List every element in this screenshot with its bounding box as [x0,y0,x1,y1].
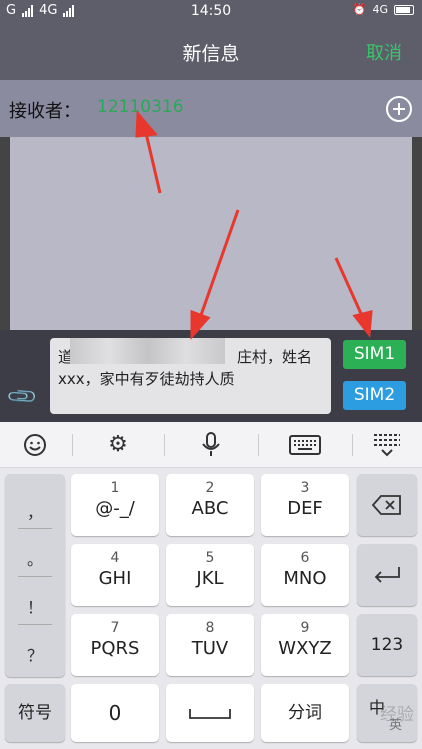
send-sim2-button[interactable]: SIM2 [343,381,406,410]
divider [352,434,353,456]
recipient-row[interactable]: 接收者： 12110316 [0,80,422,137]
keyboard-toolbar: ⚙ [0,422,422,468]
backspace-key[interactable] [357,474,417,536]
attachment-icon[interactable]: 📎 [5,379,42,416]
key-5[interactable]: 5 JKL [166,544,254,606]
punct-question-key[interactable]: ？ [5,642,65,666]
settings-gear-icon[interactable]: ⚙ [98,428,138,462]
add-contact-icon[interactable] [386,96,412,122]
key-4[interactable]: 4 GHI [71,544,159,606]
emoji-icon[interactable] [15,428,55,462]
message-text-tail: 庄村，姓名 [237,348,313,366]
microphone-icon[interactable] [191,428,231,462]
left-edge [0,137,10,330]
enter-icon [374,567,400,583]
punct-period-key[interactable]: 。 [5,546,65,570]
key-7[interactable]: 7 PQRS [71,614,159,676]
segment-key[interactable]: 分词 [261,684,349,742]
divider [18,576,52,577]
key-0[interactable]: 0 [71,684,159,742]
message-text-line2: xxx，家中有歹徒劫持人质 [58,370,235,388]
enter-key[interactable] [357,544,417,606]
key-1[interactable]: 1 @-_/ [71,474,159,536]
number-mode-key[interactable]: 123 [357,614,417,676]
alarm-icon: ⏰ [352,3,367,16]
key-3[interactable]: 3 DEF [261,474,349,536]
divider [164,434,165,456]
divider [18,624,52,625]
punctuation-column[interactable]: ， 。 ！ ？ [5,474,65,677]
network-label: 4G [372,3,388,16]
divider [72,434,73,456]
watermark: 经验 [380,705,414,725]
title-bar: 新信息 取消 [0,22,422,80]
right-edge [412,137,422,330]
status-right: ⏰ 4G [353,3,414,16]
compose-bar: 📎 道庄村，姓名 xxx，家中有歹徒劫持人质 SIM1 SIM2 [0,330,422,422]
status-bar: G 4G 14:50 ⏰ 4G [0,0,422,22]
key-6[interactable]: 6 MNO [261,544,349,606]
symbols-key[interactable]: 符号 [5,684,65,742]
message-list [0,137,422,330]
key-8[interactable]: 8 TUV [166,614,254,676]
divider [18,528,52,529]
space-icon [189,709,231,719]
space-key[interactable] [166,684,254,742]
key-9[interactable]: 9 WXYZ [261,614,349,676]
keyboard-hide-icon[interactable] [367,428,407,462]
punct-exclaim-key[interactable]: ！ [5,594,65,618]
page-title: 新信息 [182,43,240,65]
keyboard: ， 。 ！ ？ 1 @-_/ 2 ABC 3 DEF 4 GHI 5 JKL 6 MNO 7… [0,468,422,749]
send-sim1-button[interactable]: SIM1 [343,340,406,369]
punct-comma-key[interactable]: ， [5,499,65,523]
divider [258,434,259,456]
backspace-icon [371,495,401,515]
cancel-button[interactable]: 取消 [366,39,402,65]
recipient-label: 接收者： [9,101,81,122]
keyboard-icon[interactable] [285,428,325,462]
recipient-number[interactable]: 12110316 [97,97,184,117]
redacted-area [70,338,225,364]
battery-icon [394,4,414,15]
key-2[interactable]: 2 ABC [166,474,254,536]
